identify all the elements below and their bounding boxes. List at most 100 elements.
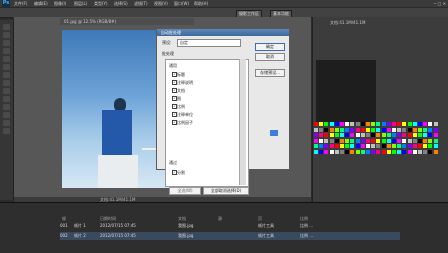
swatch[interactable] <box>433 127 438 132</box>
swatch[interactable] <box>355 122 360 126</box>
swatch[interactable] <box>381 138 386 143</box>
save-preset-button[interactable]: 存储预设... <box>255 69 285 77</box>
swatch[interactable] <box>433 144 438 148</box>
swatch[interactable] <box>392 138 396 143</box>
swatch[interactable] <box>423 127 428 132</box>
swatch[interactable] <box>340 149 344 154</box>
swatch[interactable] <box>340 144 344 148</box>
swatch[interactable] <box>324 127 329 132</box>
swatch[interactable] <box>418 122 422 126</box>
swatch[interactable] <box>340 133 344 137</box>
swatch[interactable] <box>418 149 422 154</box>
swatch[interactable] <box>345 133 350 137</box>
swatch[interactable] <box>376 138 381 143</box>
list-item[interactable]: ✓ 标题 <box>172 72 185 78</box>
swatch[interactable] <box>423 149 428 154</box>
list-item[interactable]: ✓ 比例因子 <box>172 120 193 126</box>
document-tab[interactable]: 01.jpg @ 12.5% (RGB/8#) <box>60 18 194 25</box>
hand-tool-icon[interactable] <box>3 120 10 126</box>
swatch[interactable] <box>324 138 329 143</box>
quick-select-tool-icon[interactable] <box>3 48 10 54</box>
swatch[interactable] <box>423 122 428 126</box>
swatch[interactable] <box>360 127 365 132</box>
swatch[interactable] <box>314 122 318 126</box>
swatch[interactable] <box>329 127 334 132</box>
swatch[interactable] <box>350 133 355 137</box>
swatch[interactable] <box>381 149 386 154</box>
swatch[interactable] <box>334 133 339 137</box>
swatch[interactable] <box>334 122 339 126</box>
swatch[interactable] <box>324 122 329 126</box>
swatch[interactable] <box>423 138 428 143</box>
checkbox-icon[interactable]: ✓ <box>172 88 177 93</box>
swatch[interactable] <box>360 149 365 154</box>
swatch[interactable] <box>402 127 407 132</box>
swatch[interactable] <box>350 138 355 143</box>
select-all-button[interactable]: 全选(W) <box>169 187 201 195</box>
swatch[interactable] <box>314 149 318 154</box>
swatch[interactable] <box>428 127 433 132</box>
swatch[interactable] <box>350 122 355 126</box>
deselect-all-button[interactable]: 全部取消选择(D) <box>203 187 249 195</box>
swatch[interactable] <box>371 138 376 143</box>
swatch[interactable] <box>345 138 350 143</box>
swatch[interactable] <box>329 144 334 148</box>
eyedropper-tool-icon[interactable] <box>3 64 10 70</box>
swatch[interactable] <box>412 122 417 126</box>
swatch[interactable] <box>402 138 407 143</box>
swatch[interactable] <box>412 138 417 143</box>
swatch[interactable] <box>340 127 344 132</box>
list-item[interactable]: ✓ 注释说明 <box>172 80 193 86</box>
table-row[interactable]: 001 帧片 1 2012/07/15 07:45 我图.jpg 帧片工具 比例… <box>60 222 400 230</box>
swatch[interactable] <box>433 149 438 154</box>
swatch[interactable] <box>334 144 339 148</box>
brush-tool-icon[interactable] <box>3 72 10 78</box>
swatch[interactable] <box>345 127 350 132</box>
swatch[interactable] <box>423 144 428 148</box>
swatch[interactable] <box>433 133 438 137</box>
checkbox-icon[interactable]: ✓ <box>172 80 177 85</box>
swatch[interactable] <box>407 144 412 148</box>
swatch[interactable] <box>428 122 433 126</box>
swatch[interactable] <box>366 144 370 148</box>
swatch[interactable] <box>418 144 422 148</box>
swatch[interactable] <box>319 144 324 148</box>
swatch[interactable] <box>412 133 417 137</box>
swatch[interactable] <box>345 149 350 154</box>
swatch[interactable] <box>366 149 370 154</box>
menu-select[interactable]: 选择(S) <box>114 1 128 7</box>
swatch[interactable] <box>314 133 318 137</box>
menu-window[interactable]: 窗口(W) <box>174 1 189 7</box>
swatch[interactable] <box>334 127 339 132</box>
swatch[interactable] <box>418 127 422 132</box>
menu-edit[interactable]: 编辑(E) <box>34 1 48 7</box>
swatch[interactable] <box>371 144 376 148</box>
swatch[interactable] <box>355 133 360 137</box>
swatch[interactable] <box>350 144 355 148</box>
swatch[interactable] <box>319 138 324 143</box>
list-item[interactable]: ✓ 图 <box>172 96 181 102</box>
list-item[interactable]: ✓ 比例 <box>172 104 185 110</box>
swatch[interactable] <box>324 149 329 154</box>
swatch[interactable] <box>381 144 386 148</box>
swatch[interactable] <box>412 144 417 148</box>
swatch[interactable] <box>386 122 391 126</box>
swatch[interactable] <box>386 138 391 143</box>
swatch[interactable] <box>366 133 370 137</box>
swatch[interactable] <box>319 149 324 154</box>
swatch[interactable] <box>418 133 422 137</box>
swatch[interactable] <box>392 133 396 137</box>
swatch[interactable] <box>433 138 438 143</box>
swatch[interactable] <box>319 127 324 132</box>
swatch[interactable] <box>329 122 334 126</box>
swatch[interactable] <box>355 138 360 143</box>
swatch[interactable] <box>376 144 381 148</box>
eraser-tool-icon[interactable] <box>3 88 10 94</box>
swatch[interactable] <box>340 122 344 126</box>
swatch[interactable] <box>334 149 339 154</box>
swatch[interactable] <box>371 133 376 137</box>
swatch[interactable] <box>428 133 433 137</box>
pen-tool-icon[interactable] <box>3 104 10 110</box>
marquee-tool-icon[interactable] <box>3 32 10 38</box>
swatch[interactable] <box>360 122 365 126</box>
